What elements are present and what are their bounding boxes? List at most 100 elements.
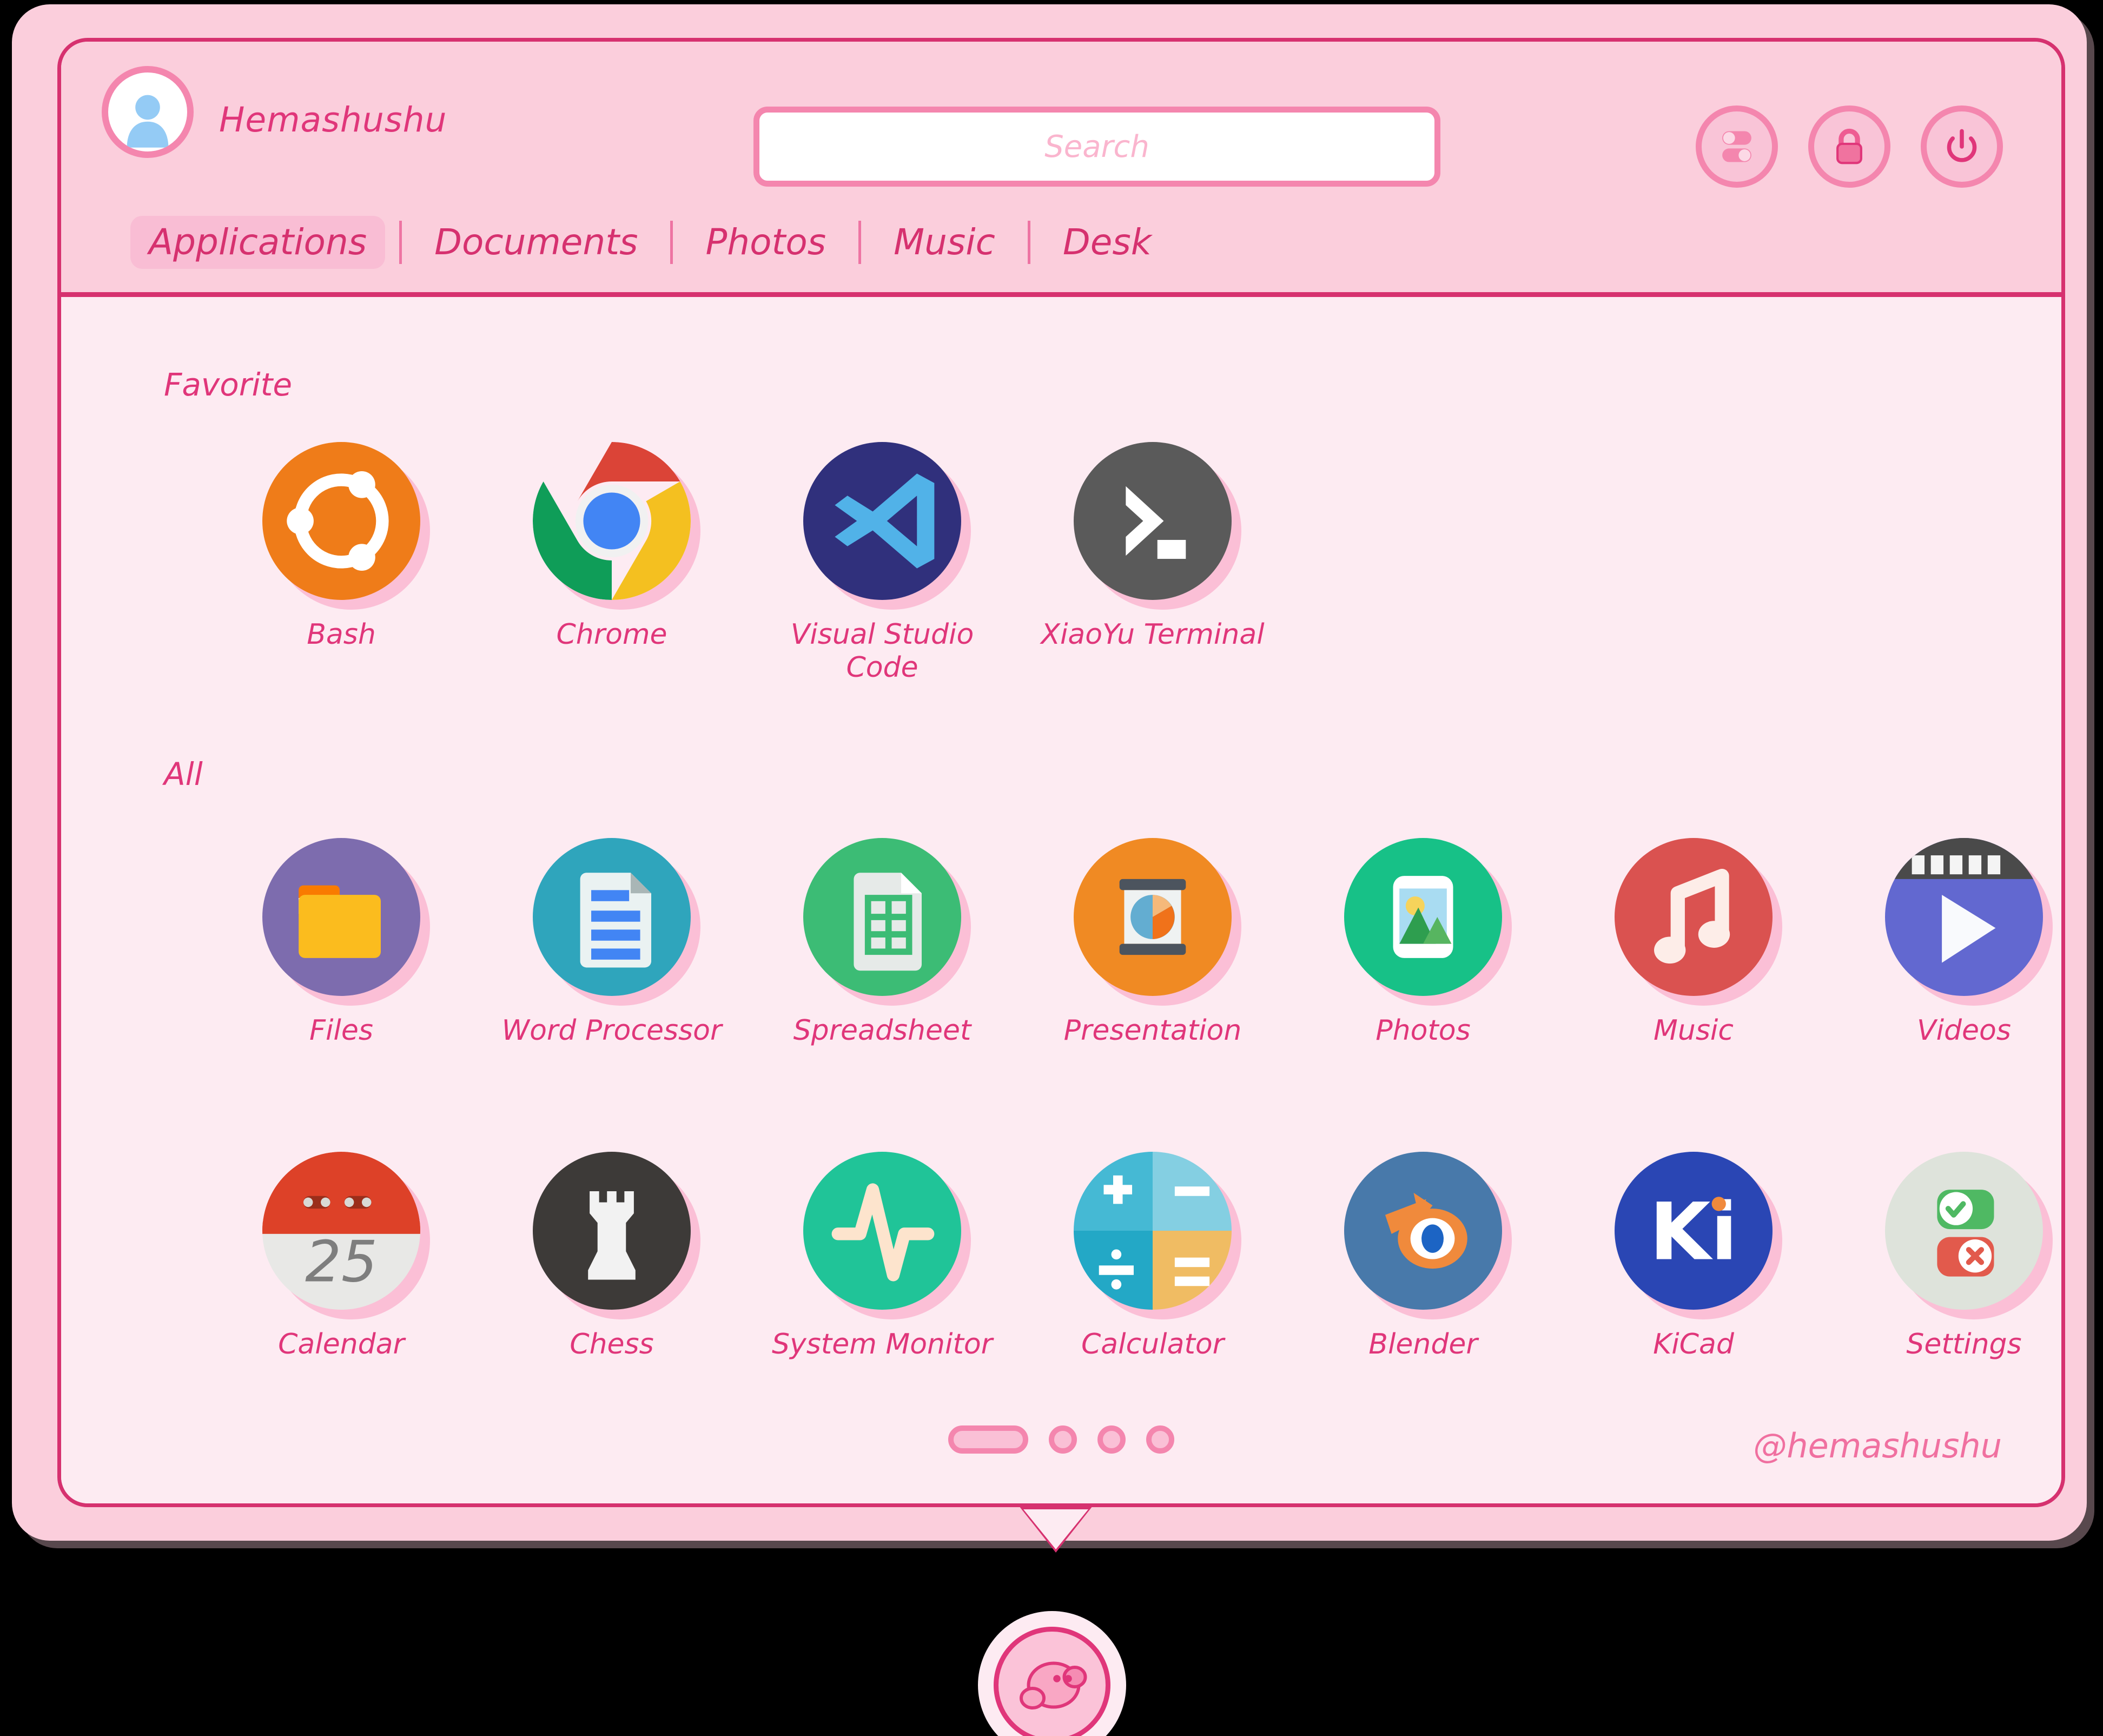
- tab-separator: [1027, 220, 1030, 264]
- app-item-calculator[interactable]: Calculator: [1017, 1152, 1288, 1361]
- chess-rook-icon: [533, 1152, 691, 1310]
- app-item-chrome[interactable]: Chrome: [477, 442, 747, 685]
- app-icon-holder: [1074, 1152, 1241, 1319]
- tab-separator: [670, 220, 673, 264]
- app-label: Chrome: [556, 618, 667, 651]
- user-avatar-icon: [127, 95, 169, 148]
- search-input[interactable]: Search: [753, 107, 1440, 187]
- vscode-icon: [803, 442, 961, 600]
- app-icon-holder: [803, 838, 971, 1006]
- app-item-settings[interactable]: Settings: [1829, 1152, 2061, 1361]
- app-label: Bash: [307, 618, 376, 651]
- app-item-blender[interactable]: Blender: [1288, 1152, 1558, 1361]
- calendar-day-number: 25: [305, 1228, 378, 1295]
- toggles-icon: [1722, 131, 1751, 162]
- app-item-music[interactable]: Music: [1558, 838, 1829, 1047]
- app-item-terminal[interactable]: XiaoYu Terminal: [1017, 442, 1288, 685]
- tab-documents[interactable]: Documents: [416, 216, 656, 269]
- app-icon-holder: [1344, 1152, 1512, 1319]
- app-icon-holder: [1344, 838, 1512, 1006]
- launcher-header: Hemashushu Search Applications Documents…: [61, 42, 2061, 297]
- desktop-background: Hemashushu Search Applications Documents…: [0, 0, 2103, 1736]
- watermark: @hemashushu: [1753, 1426, 2002, 1466]
- app-label: Files: [309, 1014, 373, 1047]
- app-label: XiaoYu Terminal: [1041, 618, 1265, 651]
- page-dot[interactable]: [1049, 1425, 1077, 1454]
- app-item-files[interactable]: Files: [206, 838, 477, 1047]
- app-item-videos[interactable]: Videos: [1829, 838, 2061, 1047]
- search-box[interactable]: Search: [753, 107, 1440, 187]
- spreadsheet-icon: [803, 838, 961, 996]
- tab-separator: [399, 220, 402, 264]
- launcher-content: Favorite Bash Chrome Visual Studio Code …: [61, 297, 2061, 1503]
- power-button[interactable]: [1921, 105, 2003, 188]
- app-item-presentation[interactable]: Presentation: [1017, 838, 1288, 1047]
- app-label: System Monitor: [771, 1328, 993, 1361]
- settings-switches-icon: [1885, 1152, 2043, 1310]
- app-icon-holder: [262, 442, 430, 610]
- nav-tabs: Applications Documents Photos Music Desk: [61, 192, 1170, 292]
- blender-icon: [1344, 1152, 1502, 1310]
- username-label: Hemashushu: [219, 100, 447, 140]
- launcher-window: Hemashushu Search Applications Documents…: [57, 38, 2065, 1507]
- app-icon-holder: [1615, 838, 1782, 1006]
- pulse-icon: [803, 1152, 961, 1310]
- page-dot[interactable]: [1146, 1425, 1174, 1454]
- app-item-vscode[interactable]: Visual Studio Code: [747, 442, 1017, 685]
- app-item-bash[interactable]: Bash: [206, 442, 477, 685]
- app-icon-holder: Ki: [1615, 1152, 1782, 1319]
- app-label: Blender: [1368, 1328, 1478, 1361]
- app-item-chess[interactable]: Chess: [477, 1152, 747, 1361]
- chrome-icon: [533, 442, 691, 600]
- launcher-outer-frame: Hemashushu Search Applications Documents…: [12, 4, 2087, 1541]
- lock-button[interactable]: [1808, 105, 1890, 188]
- page-dot[interactable]: [1097, 1425, 1126, 1454]
- app-icon-holder: [803, 1152, 971, 1319]
- app-label: Chess: [570, 1328, 654, 1361]
- avatar[interactable]: [102, 66, 194, 158]
- terminal-icon: [1074, 442, 1232, 600]
- app-icon-holder: [803, 442, 971, 610]
- tab-desk[interactable]: Desk: [1044, 216, 1170, 269]
- document-icon: [533, 838, 691, 996]
- presentation-icon: [1074, 838, 1232, 996]
- music-note-icon: [1615, 838, 1773, 996]
- home-button-inner[interactable]: [994, 1627, 1110, 1736]
- folder-icon: [262, 838, 420, 996]
- app-item-photos[interactable]: Photos: [1288, 838, 1558, 1047]
- app-item-spreadsheet[interactable]: Spreadsheet: [747, 838, 1017, 1047]
- app-label: Videos: [1917, 1014, 2011, 1047]
- lock-icon: [1836, 128, 1862, 164]
- kicad-icon: Ki: [1615, 1152, 1773, 1310]
- page-dot-active[interactable]: [948, 1425, 1028, 1454]
- tab-music[interactable]: Music: [875, 216, 1014, 269]
- power-icon: [1947, 129, 1977, 162]
- app-icon-holder: 25: [262, 1152, 430, 1319]
- all-app-grid-row1: Files Word Processor Spreadsheet Present…: [206, 838, 2061, 1047]
- app-label: Presentation: [1063, 1014, 1242, 1047]
- tab-applications[interactable]: Applications: [130, 215, 386, 269]
- kirby-mascot-icon: [1020, 1661, 1087, 1709]
- tab-photos[interactable]: Photos: [687, 216, 844, 269]
- app-label: Photos: [1375, 1014, 1471, 1047]
- calculator-icon: [1074, 1152, 1232, 1310]
- app-icon-holder: [1074, 838, 1241, 1006]
- app-label: Word Processor: [501, 1014, 722, 1047]
- app-label: Calculator: [1081, 1328, 1225, 1361]
- section-title-favorite: Favorite: [164, 366, 293, 403]
- app-label: Music: [1654, 1014, 1734, 1047]
- app-label: Settings: [1906, 1328, 2022, 1361]
- app-item-system-monitor[interactable]: System Monitor: [747, 1152, 1017, 1361]
- home-button[interactable]: [978, 1611, 1126, 1736]
- ubuntu-icon: [262, 442, 420, 600]
- app-item-kicad[interactable]: Ki KiCad: [1558, 1152, 1829, 1361]
- app-icon-holder: [533, 838, 700, 1006]
- app-label: Spreadsheet: [793, 1014, 971, 1047]
- app-item-calendar[interactable]: 25 Calendar: [206, 1152, 477, 1361]
- settings-toggles-button[interactable]: [1696, 105, 1778, 188]
- app-label: Calendar: [278, 1328, 405, 1361]
- header-tool-buttons: [1696, 105, 2003, 188]
- all-app-grid-row2: 25 Calendar Chess System Monitor Calcula…: [206, 1152, 2061, 1361]
- app-item-word-processor[interactable]: Word Processor: [477, 838, 747, 1047]
- app-icon-holder: [1074, 442, 1241, 610]
